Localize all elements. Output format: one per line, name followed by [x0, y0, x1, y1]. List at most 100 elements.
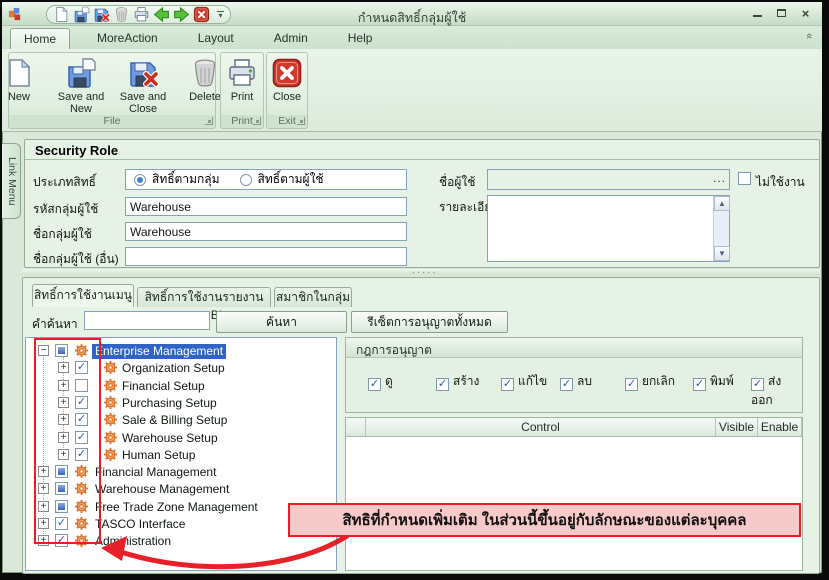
- group-name-input[interactable]: [125, 222, 407, 241]
- expand-icon[interactable]: +: [38, 501, 49, 512]
- tree-item-label[interactable]: Enterprise Management: [92, 344, 226, 359]
- tree-item-label[interactable]: Warehouse Management: [92, 482, 232, 497]
- tree-checkbox[interactable]: [75, 431, 88, 444]
- tree-row-sale-billing-setup[interactable]: + Sale & Billing Setup: [26, 412, 336, 429]
- link-menu-tab[interactable]: Link Menu: [2, 143, 21, 219]
- minimize-button[interactable]: [751, 7, 764, 20]
- grid-indicator-column[interactable]: [346, 418, 366, 437]
- dialog-launcher-icon[interactable]: [297, 117, 305, 125]
- tree-row-enterprise-management[interactable]: − Enterprise Management: [26, 343, 336, 360]
- tree-checkbox[interactable]: [55, 344, 68, 357]
- tree-checkbox[interactable]: [55, 500, 68, 513]
- inactive-checkbox[interactable]: [738, 172, 751, 185]
- tree-row-financial-management[interactable]: + Financial Management: [26, 464, 336, 481]
- tree-item-label[interactable]: Free Trade Zone Management: [92, 500, 261, 515]
- ribbon-tab-home[interactable]: Home: [10, 28, 70, 49]
- permission-checkbox-6[interactable]: [693, 378, 706, 391]
- tree-checkbox[interactable]: [75, 448, 88, 461]
- maximize-button[interactable]: [775, 7, 788, 20]
- tree-checkbox[interactable]: [75, 361, 88, 374]
- tree-checkbox[interactable]: [55, 465, 68, 478]
- delete-icon[interactable]: [113, 6, 130, 23]
- permission-checkbox-7[interactable]: [751, 378, 764, 391]
- close-window-button[interactable]: ×: [799, 7, 812, 20]
- tree-checkbox[interactable]: [55, 482, 68, 495]
- radio-[interactable]: [134, 174, 146, 186]
- tree-item-label[interactable]: Warehouse Setup: [119, 431, 221, 446]
- tree-row-warehouse-management[interactable]: + Warehouse Management: [26, 481, 336, 498]
- new-button[interactable]: New: [0, 54, 50, 114]
- expand-icon[interactable]: +: [58, 432, 69, 443]
- save-and-close-button[interactable]: Save and Close: [112, 54, 174, 114]
- permission-checkbox-3[interactable]: [501, 378, 514, 391]
- tree-item-label[interactable]: Financial Setup: [119, 379, 208, 394]
- tree-checkbox[interactable]: [55, 517, 68, 530]
- permission-checkbox-4[interactable]: [560, 378, 573, 391]
- ribbon-tab-layout[interactable]: Layout: [185, 28, 247, 49]
- tree-item-label[interactable]: Purchasing Setup: [119, 396, 220, 411]
- tree-checkbox[interactable]: [55, 534, 68, 547]
- tree-item-label[interactable]: Human Setup: [119, 448, 198, 463]
- permission-checkbox-1[interactable]: [368, 378, 381, 391]
- scroll-down-icon[interactable]: ▼: [714, 246, 730, 261]
- tree-row-financial-setup[interactable]: + Financial Setup: [26, 378, 336, 395]
- expand-icon[interactable]: +: [58, 380, 69, 391]
- grid-column-visible[interactable]: Visible: [716, 418, 758, 437]
- collapse-icon[interactable]: −: [38, 345, 49, 356]
- collapse-ribbon-icon[interactable]: «: [803, 33, 815, 39]
- expand-icon[interactable]: +: [58, 362, 69, 373]
- reset-permissions-button[interactable]: รีเซ็ตการอนุญาตทั้งหมด: [351, 311, 508, 333]
- tree-item-label[interactable]: Administration: [92, 534, 174, 549]
- tree-checkbox[interactable]: [75, 396, 88, 409]
- forward-icon[interactable]: [173, 6, 190, 23]
- radio-[interactable]: [240, 174, 252, 186]
- ribbon-tab-help[interactable]: Help: [335, 28, 386, 49]
- group-code-input[interactable]: [125, 197, 407, 216]
- save-and-new-button[interactable]: Save and New: [50, 54, 112, 114]
- tab-[interactable]: สิทธิ์การใช้งานเมนู: [32, 284, 134, 307]
- tree-row-warehouse-setup[interactable]: + Warehouse Setup: [26, 430, 336, 447]
- print-icon[interactable]: [133, 6, 150, 23]
- expand-icon[interactable]: +: [38, 483, 49, 494]
- search-button[interactable]: ค้นหา: [216, 311, 347, 333]
- tree-item-label[interactable]: Financial Management: [92, 465, 219, 480]
- back-icon[interactable]: [153, 6, 170, 23]
- detail-scrollbar[interactable]: ▲ ▼: [713, 196, 729, 261]
- expand-icon[interactable]: +: [58, 414, 69, 425]
- tab-[interactable]: สมาชิกในกลุ่ม: [274, 287, 352, 307]
- tree-item-label[interactable]: Sale & Billing Setup: [119, 413, 230, 428]
- tree-item-label[interactable]: Organization Setup: [119, 361, 228, 376]
- qat-dropdown-icon[interactable]: ▾: [217, 11, 224, 18]
- tab-bi[interactable]: สิทธิ์การใช้งานรายงานและ BI: [137, 287, 271, 307]
- save-and-new-icon[interactable]: [73, 6, 90, 23]
- save-and-close-icon[interactable]: [93, 6, 110, 23]
- tree-item-label[interactable]: TASCO Interface: [92, 517, 188, 532]
- dialog-launcher-icon[interactable]: [253, 117, 261, 125]
- dialog-launcher-icon[interactable]: [205, 117, 213, 125]
- expand-icon[interactable]: +: [38, 535, 49, 546]
- browse-ellipsis-button[interactable]: ...: [713, 171, 726, 185]
- grid-column-control[interactable]: Control: [366, 418, 716, 437]
- tree-checkbox[interactable]: [75, 413, 88, 426]
- ribbon-tab-admin[interactable]: Admin: [261, 28, 321, 49]
- detail-textarea[interactable]: ▲ ▼: [487, 195, 730, 262]
- scroll-up-icon[interactable]: ▲: [714, 196, 730, 211]
- tree-row-purchasing-setup[interactable]: + Purchasing Setup: [26, 395, 336, 412]
- close-button[interactable]: Close: [256, 54, 318, 114]
- expand-icon[interactable]: +: [58, 397, 69, 408]
- tree-row-human-setup[interactable]: + Human Setup: [26, 447, 336, 464]
- grid-column-enable[interactable]: Enable: [758, 418, 802, 437]
- tree-checkbox[interactable]: [75, 379, 88, 392]
- ribbon-tab-moreaction[interactable]: MoreAction: [84, 28, 171, 49]
- user-name-input[interactable]: ...: [487, 169, 730, 190]
- new-document-icon[interactable]: [53, 6, 70, 23]
- expand-icon[interactable]: +: [38, 466, 49, 477]
- group-name-other-input[interactable]: [125, 247, 407, 266]
- permission-checkbox-5[interactable]: [625, 378, 638, 391]
- splitter-handle[interactable]: .....: [22, 269, 820, 275]
- tree-row-organization-setup[interactable]: + Organization Setup: [26, 360, 336, 377]
- search-input[interactable]: [84, 311, 210, 330]
- expand-icon[interactable]: +: [38, 518, 49, 529]
- expand-icon[interactable]: +: [58, 449, 69, 460]
- close-window-icon[interactable]: [193, 6, 210, 23]
